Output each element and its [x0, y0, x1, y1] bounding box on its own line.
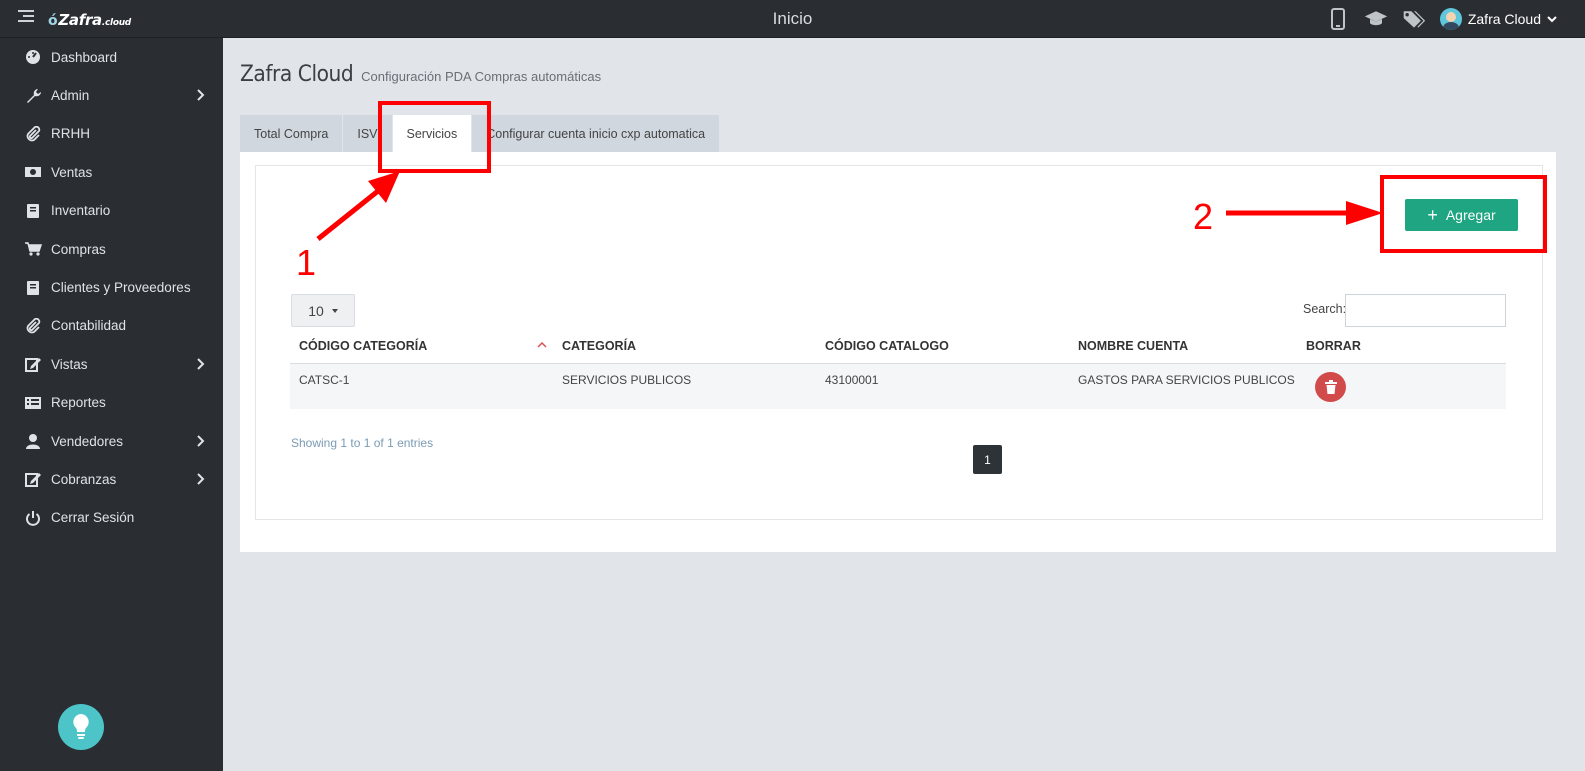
caret-down-icon [331, 308, 338, 313]
book-icon [24, 202, 42, 220]
sidebar-item-label: Clientes y Proveedores [51, 280, 191, 296]
sidebar-item-label: Dashboard [51, 49, 118, 65]
annotation-box-agregar [1380, 175, 1547, 253]
table-row: CATSC-1 SERVICIOS PUBLICOS 43100001 GAST… [290, 364, 1506, 409]
tab-configurar-cuenta[interactable]: Configurar cuenta inicio cxp automatica [472, 115, 721, 152]
money-icon [24, 163, 42, 181]
search-label: Search: [1303, 302, 1347, 316]
avatar [1439, 8, 1462, 30]
lightbulb-help-button[interactable] [58, 704, 104, 750]
power-icon [24, 509, 42, 527]
annotation-step-2: 2 [1193, 196, 1214, 237]
pagination-page-1[interactable]: 1 [973, 445, 1002, 474]
sort-ascending-icon[interactable] [537, 342, 547, 348]
sidebar-item-vistas[interactable]: Vistas [0, 345, 223, 383]
cell-codigo-categoria: CATSC-1 [299, 373, 350, 387]
annotation-box-servicios [378, 101, 491, 173]
top-icons: Zafra Cloud [1326, 7, 1557, 31]
trash-icon [1324, 380, 1337, 394]
sidebar-item-inventario[interactable]: Inventario [0, 192, 223, 230]
user-menu[interactable]: Zafra Cloud [1439, 8, 1557, 30]
delete-button[interactable] [1315, 372, 1346, 402]
sidebar-item-label: Vendedores [51, 433, 124, 449]
user-name: Zafra Cloud [1467, 11, 1541, 27]
cell-categoria: SERVICIOS PUBLICOS [562, 373, 692, 387]
graduation-cap-icon[interactable] [1364, 7, 1388, 31]
mobile-icon[interactable] [1326, 7, 1350, 31]
sidebar-item-dashboard[interactable]: Dashboard [0, 38, 223, 76]
chevron-down-icon [1547, 16, 1557, 23]
sidebar-item-label: Cobranzas [51, 471, 117, 487]
annotation-step-1: 1 [296, 242, 317, 283]
paperclip-icon [24, 317, 42, 335]
sidebar-item-clientes-proveedores[interactable]: Clientes y Proveedores [0, 268, 223, 306]
table-info: Showing 1 to 1 of 1 entries [291, 436, 434, 450]
sidebar-item-label: RRHH [51, 126, 90, 142]
page-length-select[interactable]: 10 [291, 294, 355, 327]
sidebar-item-label: Admin [51, 88, 90, 104]
sidebar-item-contabilidad[interactable]: Contabilidad [0, 307, 223, 345]
edit-icon [24, 470, 42, 488]
sidebar-item-label: Vistas [51, 356, 88, 372]
tags-icon[interactable] [1402, 7, 1426, 31]
page-header: Zafra Cloud Configuración PDA Compras au… [240, 62, 601, 87]
sidebar-item-admin[interactable]: Admin [0, 76, 223, 114]
sidebar-item-label: Ventas [51, 164, 93, 180]
table-header: CÓDIGO CATEGORÍA CATEGORÍA CÓDIGO CATALO… [290, 333, 1506, 364]
dashboard-icon [24, 48, 42, 66]
sidebar-item-label: Contabilidad [51, 318, 127, 334]
sidebar-item-reportes[interactable]: Reportes [0, 384, 223, 422]
user-icon [24, 432, 42, 450]
sidebar-item-ventas[interactable]: Ventas [0, 153, 223, 191]
wrench-icon [24, 87, 42, 105]
cell-codigo-catalogo: 43100001 [825, 373, 879, 387]
sidebar-item-rrhh[interactable]: RRHH [0, 115, 223, 153]
page-length-value: 10 [308, 302, 324, 319]
column-header-codigo-categoria[interactable]: CÓDIGO CATEGORÍA [299, 339, 427, 353]
book-icon [24, 279, 42, 297]
tab-total-compra[interactable]: Total Compra [240, 115, 344, 152]
paperclip-icon [24, 125, 42, 143]
annotation-arrow-2 [1226, 201, 1383, 225]
chevron-right-icon [197, 435, 205, 447]
page-title: Zafra Cloud [240, 62, 354, 87]
column-header-categoria[interactable]: CATEGORÍA [562, 339, 636, 353]
sidebar-item-cerrar-sesion[interactable]: Cerrar Sesión [0, 499, 223, 537]
sidebar-item-compras[interactable]: Compras [0, 230, 223, 268]
annotation-arrow-1 [316, 171, 400, 241]
list-icon [24, 394, 42, 412]
sidebar-item-vendedores[interactable]: Vendedores [0, 422, 223, 460]
sidebar-item-cobranzas[interactable]: Cobranzas [0, 460, 223, 498]
chevron-right-icon [197, 358, 205, 370]
sidebar-item-label: Reportes [51, 395, 106, 411]
sidebar-item-label: Compras [51, 241, 106, 257]
cell-nombre-cuenta: GASTOS PARA SERVICIOS PUBLICOS [1078, 373, 1295, 387]
edit-icon [24, 355, 42, 373]
chevron-right-icon [197, 89, 205, 102]
page-subtitle: Configuración PDA Compras automáticas [361, 69, 602, 84]
column-header-nombre-cuenta[interactable]: NOMBRE CUENTA [1078, 339, 1188, 353]
sidebar-item-label: Cerrar Sesión [51, 510, 135, 526]
sidebar: Dashboard Admin RRHH Ventas Inventario C… [0, 38, 223, 771]
cart-icon [24, 240, 42, 258]
chevron-right-icon [197, 473, 205, 486]
search-input[interactable] [1345, 294, 1506, 327]
sidebar-item-label: Inventario [51, 203, 111, 219]
lightbulb-icon [73, 714, 89, 739]
column-header-codigo-catalogo[interactable]: CÓDIGO CATALOGO [825, 339, 949, 353]
column-header-borrar: BORRAR [1306, 339, 1361, 353]
top-bar: óZafra.cloud Inicio Zafra Cloud [0, 0, 1585, 38]
